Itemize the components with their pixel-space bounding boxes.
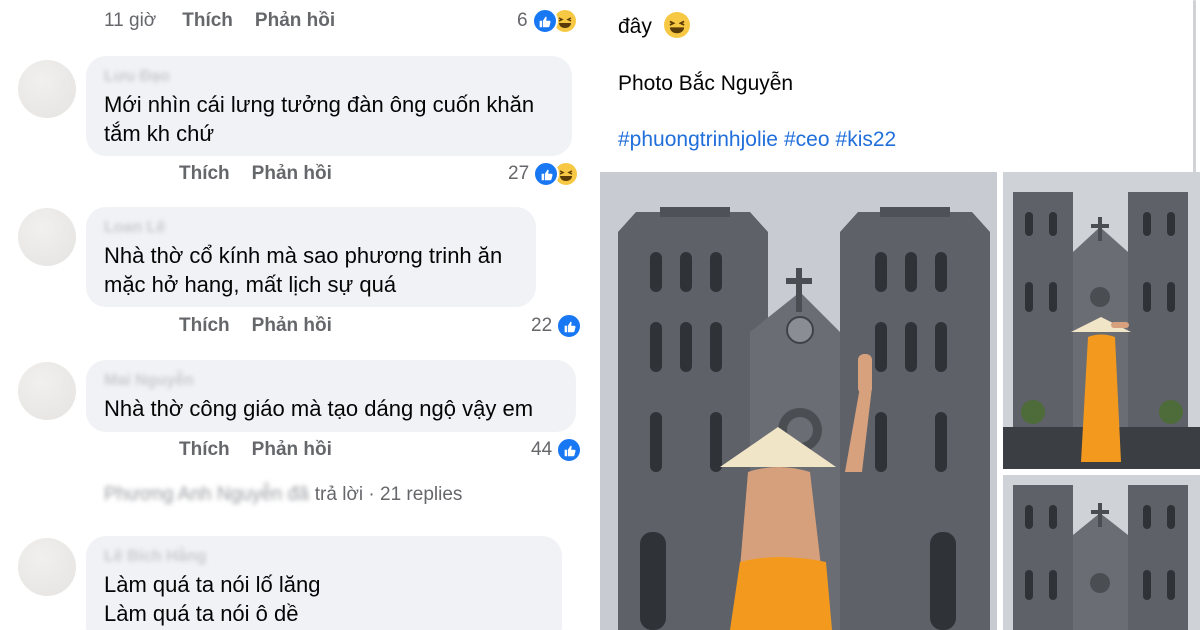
hashtag-list: #phuongtrinhjolie #ceo #kis22 <box>618 128 902 152</box>
comment-time: 11 giờ <box>104 10 157 31</box>
like-button[interactable]: Thích <box>179 315 230 337</box>
comment-text: Làm quá ta nói lố lăng Làm quá ta nói ô … <box>104 570 544 628</box>
like-button[interactable]: Thích <box>182 10 233 32</box>
haha-emoji-icon <box>663 12 690 38</box>
comment-text: Mới nhìn cái lưng tưởng đàn ông cuốn khă… <box>104 90 554 148</box>
comment-actions: Thích Phản hồi <box>179 160 354 188</box>
reaction-summary[interactable]: 27 <box>508 160 580 188</box>
post-photo-2[interactable] <box>1003 172 1200 469</box>
comment-text: Nhà thờ công giáo mà tạo dáng ngộ vậy em <box>104 394 558 423</box>
comment-bubble: Lê Bích Hằng Làm quá ta nói lố lăng Làm … <box>86 536 562 630</box>
reply-button[interactable]: Phản hồi <box>252 315 332 337</box>
post-photo-main[interactable] <box>600 172 997 630</box>
post-text-line: đây <box>618 12 690 39</box>
reaction-summary[interactable]: 22 <box>531 312 583 340</box>
avatar[interactable] <box>18 60 76 118</box>
reaction-summary[interactable]: 44 <box>531 436 583 464</box>
post-panel: đây Photo Bắc Nguyễn #phuongtrinhjolie #c… <box>600 0 1200 630</box>
post-text: đây <box>618 15 652 38</box>
replies-count: trả lời · 21 replies <box>314 484 463 505</box>
avatar[interactable] <box>18 538 76 596</box>
photo-credit: Photo Bắc Nguyễn <box>618 72 794 95</box>
like-icon <box>533 161 560 187</box>
reaction-count: 6 <box>517 10 528 31</box>
comment-bubble: Mai Nguyễn Nhà thờ công giáo mà tạo dáng… <box>86 360 576 432</box>
view-replies-link[interactable]: Phương Anh Nguyễn đã trả lời · 21 replie… <box>104 482 462 508</box>
comment-line: mặc hở hang, mất lịch sự quá <box>104 272 397 297</box>
hashtag-link[interactable]: #kis22 <box>836 128 897 151</box>
comment-text: Nhà thờ cổ kính mà sao phương trinh ăn m… <box>104 241 518 299</box>
comment-line: Làm quá ta nói lố lăng <box>104 572 321 597</box>
reply-button[interactable]: Phản hồi <box>252 163 332 185</box>
comment-author[interactable]: Lê Bích Hằng <box>104 548 544 568</box>
comment-actions-top: 11 giờ Thích Phản hồi <box>104 7 357 35</box>
like-icon <box>556 313 583 339</box>
comment-line: Nhà thờ cổ kính mà sao phương trinh ăn <box>104 243 503 268</box>
reaction-count: 44 <box>531 439 553 460</box>
reply-button[interactable]: Phản hồi <box>255 10 335 32</box>
reaction-count: 27 <box>508 163 530 184</box>
scrollbar[interactable] <box>1193 0 1196 180</box>
like-button[interactable]: Thích <box>179 439 230 461</box>
comment-author[interactable]: Mai Nguyễn <box>104 372 558 392</box>
post-photo-3[interactable] <box>1003 475 1200 630</box>
comment-bubble: Loan Lê Nhà thờ cổ kính mà sao phương tr… <box>86 207 536 307</box>
comment-actions: Thích Phản hồi <box>179 436 354 464</box>
hashtag-link[interactable]: #phuongtrinhjolie <box>618 128 778 151</box>
comment-line: Mới nhìn cái lưng tưởng đàn ông cuốn khă… <box>104 92 535 117</box>
hashtag-link[interactable]: #ceo <box>784 128 830 151</box>
comment-author[interactable]: Loan Lê <box>104 219 518 239</box>
comment-line: Làm quá ta nói ô dề <box>104 601 299 626</box>
comment-line: Nhà thờ công giáo mà tạo dáng ngộ vậy em <box>104 396 534 421</box>
comment-bubble: Lưu Đạo Mới nhìn cái lưng tưởng đàn ông … <box>86 56 572 156</box>
comment-author[interactable]: Lưu Đạo <box>104 68 554 88</box>
reply-author: Phương Anh Nguyễn đã <box>104 484 309 505</box>
comments-panel: 11 giờ Thích Phản hồi 6 Lưu Đạo Mới nhìn… <box>0 0 600 630</box>
reaction-summary[interactable]: 6 <box>517 7 578 35</box>
reply-button[interactable]: Phản hồi <box>252 439 332 461</box>
comment-actions: Thích Phản hồi <box>179 312 354 340</box>
avatar[interactable] <box>18 208 76 266</box>
avatar[interactable] <box>18 362 76 420</box>
like-button[interactable]: Thích <box>179 163 230 185</box>
comment-line: tắm kh chứ <box>104 121 215 146</box>
reaction-count: 22 <box>531 315 553 336</box>
like-icon <box>531 8 558 34</box>
like-icon <box>556 437 583 463</box>
